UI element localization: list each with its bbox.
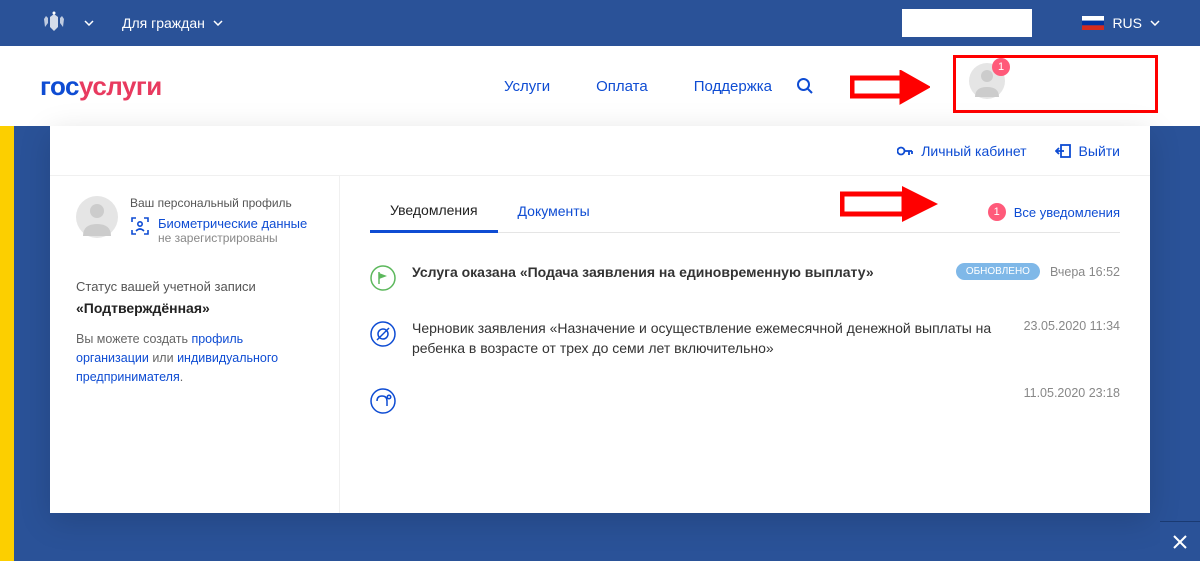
chevron-down-icon	[213, 20, 223, 26]
notification-title: Черновик заявления «Назначение и осущест…	[412, 319, 1008, 358]
audience-label: Для граждан	[122, 15, 205, 31]
language-selector[interactable]: RUS	[1082, 15, 1160, 31]
status-label: Статус вашей учетной записи	[76, 279, 313, 294]
flag-russia-icon	[1082, 16, 1104, 30]
close-icon	[1172, 534, 1188, 550]
key-icon	[897, 144, 913, 158]
biometric-link[interactable]: Биометрические данные	[158, 216, 307, 231]
close-button[interactable]	[1160, 521, 1200, 561]
logo-part2: услуги	[79, 71, 162, 101]
notification-time: 23.05.2020 11:34	[1024, 319, 1120, 333]
all-notifications-link[interactable]: 1 Все уведомления	[988, 203, 1120, 221]
notification-title: Услуга оказана «Подача заявления на един…	[412, 264, 874, 280]
draft-icon	[370, 321, 396, 347]
chevron-down-icon	[1150, 20, 1160, 26]
profile-avatar	[76, 196, 118, 238]
top-search-input[interactable]	[902, 9, 1032, 37]
updated-badge: ОБНОВЛЕНО	[956, 263, 1040, 280]
tab-documents[interactable]: Документы	[498, 193, 610, 231]
avatar[interactable]: 1	[969, 63, 1005, 99]
logo-part1: гос	[40, 71, 79, 101]
emblem-icon	[40, 9, 68, 37]
audience-selector[interactable]: Для граждан	[122, 15, 223, 31]
tab-notifications[interactable]: Уведомления	[370, 192, 498, 233]
account-link-label: Личный кабинет	[921, 143, 1026, 159]
notification-item[interactable]: Черновик заявления «Назначение и осущест…	[370, 305, 1120, 372]
face-scan-icon	[130, 216, 150, 236]
biometric-sub: не зарегистрированы	[158, 231, 307, 245]
incoming-icon	[370, 388, 396, 414]
arrow-annotation-icon	[840, 184, 940, 224]
logo[interactable]: госуслуги	[40, 71, 162, 102]
arrow-annotation-icon	[850, 70, 930, 106]
flag-icon	[370, 265, 396, 291]
chevron-down-icon	[84, 20, 94, 26]
status-value: «Подтверждённая»	[76, 300, 313, 316]
notification-time: Вчера 16:52	[1050, 265, 1120, 279]
logout-icon	[1055, 144, 1071, 158]
notification-item[interactable]: 11.05.2020 23:18	[370, 372, 1120, 428]
notification-item[interactable]: Услуга оказана «Подача заявления на един…	[370, 249, 1120, 305]
nav-support[interactable]: Поддержка	[694, 78, 772, 95]
status-description: Вы можете создать профиль организации ил…	[76, 330, 313, 386]
logout-link[interactable]: Выйти	[1055, 143, 1120, 159]
search-icon[interactable]	[796, 77, 814, 95]
profile-label: Ваш персональный профиль	[130, 196, 307, 210]
account-link[interactable]: Личный кабинет	[897, 143, 1026, 159]
gov-selector[interactable]	[76, 20, 94, 26]
avatar-highlight: 1	[953, 55, 1158, 113]
nav-services[interactable]: Услуги	[504, 78, 550, 95]
notification-count-badge: 1	[988, 203, 1006, 221]
all-notifications-label: Все уведомления	[1014, 205, 1120, 220]
notification-time: 11.05.2020 23:18	[1024, 386, 1120, 400]
nav-payment[interactable]: Оплата	[596, 78, 648, 95]
user-icon	[76, 196, 118, 238]
language-label: RUS	[1112, 15, 1142, 31]
avatar-badge: 1	[992, 58, 1010, 76]
logout-link-label: Выйти	[1079, 143, 1120, 159]
